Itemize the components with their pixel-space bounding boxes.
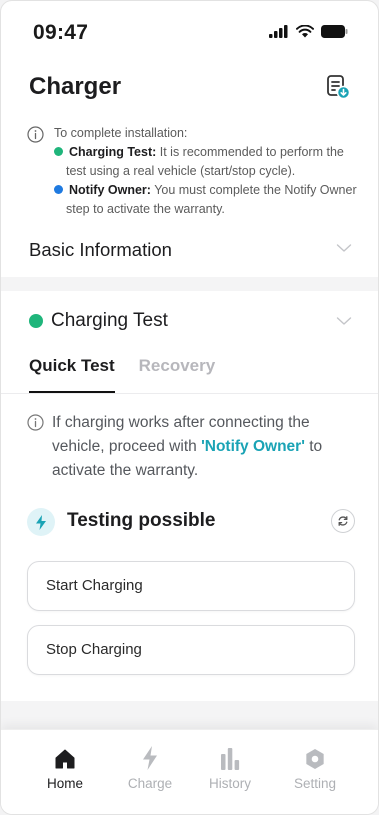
- app-screen: 09:47 Charger To complete installation: …: [0, 0, 379, 815]
- signal-icon: [269, 25, 288, 38]
- bottom-nav: Home Charge History Setting: [1, 729, 378, 814]
- info-icon: [27, 414, 44, 431]
- section-divider: [1, 277, 378, 291]
- start-charging-button[interactable]: Start Charging: [27, 561, 355, 611]
- basic-information-section[interactable]: Basic Information: [1, 229, 378, 273]
- testing-status-row: Testing possible: [27, 506, 355, 540]
- start-charging-label: Start Charging: [46, 577, 143, 594]
- notify-owner-requirement: Notify Owner: You must complete the Noti…: [54, 181, 357, 219]
- charging-test-requirement: Charging Test: It is recommended to perf…: [54, 143, 357, 181]
- report-download-icon: [327, 75, 351, 100]
- report-download-button[interactable]: [322, 71, 354, 103]
- status-bar: 09:47: [1, 1, 378, 61]
- gear-icon: [306, 749, 324, 769]
- bolt-icon: [36, 514, 46, 530]
- nav-charge[interactable]: Charge: [110, 744, 190, 791]
- stop-charging-label: Stop Charging: [46, 641, 142, 658]
- info-icon: [27, 126, 44, 143]
- status-time: 09:47: [33, 21, 89, 44]
- installation-note-intro: To complete installation:: [54, 126, 188, 140]
- tab-recovery[interactable]: Recovery: [139, 356, 216, 392]
- testing-status-label: Testing possible: [67, 510, 216, 531]
- charging-test-header[interactable]: Charging Test: [29, 310, 168, 332]
- nav-home[interactable]: Home: [25, 744, 105, 791]
- nav-setting[interactable]: Setting: [275, 744, 355, 791]
- page-title: Charger: [29, 73, 122, 100]
- nav-home-label: Home: [46, 776, 83, 791]
- blue-dot-icon: [54, 185, 63, 194]
- tab-quick-test[interactable]: Quick Test: [29, 356, 115, 394]
- nav-history[interactable]: History: [190, 744, 270, 791]
- stop-charging-button[interactable]: Stop Charging: [27, 625, 355, 675]
- bolt-badge: [27, 508, 55, 536]
- home-icon: [55, 749, 75, 769]
- requirement-title: Notify Owner:: [69, 183, 151, 197]
- tabs-divider: [1, 393, 378, 394]
- bar-chart-icon: [221, 748, 240, 770]
- nav-history-label: History: [208, 776, 251, 791]
- chevron-down-icon: [336, 244, 352, 252]
- status-dot-icon: [29, 314, 43, 328]
- installation-note: To complete installation: Charging Test:…: [27, 124, 357, 219]
- basic-information-label: Basic Information: [29, 239, 172, 260]
- wifi-icon: [296, 25, 314, 38]
- green-dot-icon: [54, 147, 63, 156]
- charging-test-tabs: Quick Test Recovery: [29, 356, 216, 394]
- battery-icon: [321, 25, 348, 38]
- nav-charge-label: Charge: [127, 776, 173, 791]
- refresh-icon: [338, 516, 348, 526]
- bolt-icon: [143, 746, 157, 770]
- refresh-button[interactable]: [331, 509, 355, 533]
- nav-setting-label: Setting: [293, 776, 337, 791]
- status-icons: [269, 25, 348, 38]
- section-divider: [1, 701, 378, 729]
- quick-test-note: If charging works after connecting the v…: [27, 411, 347, 483]
- header: Charger: [1, 63, 378, 113]
- notify-owner-link[interactable]: 'Notify Owner': [201, 438, 305, 455]
- requirement-title: Charging Test:: [69, 145, 157, 159]
- charging-test-label: Charging Test: [51, 310, 168, 331]
- chevron-down-icon[interactable]: [336, 316, 352, 326]
